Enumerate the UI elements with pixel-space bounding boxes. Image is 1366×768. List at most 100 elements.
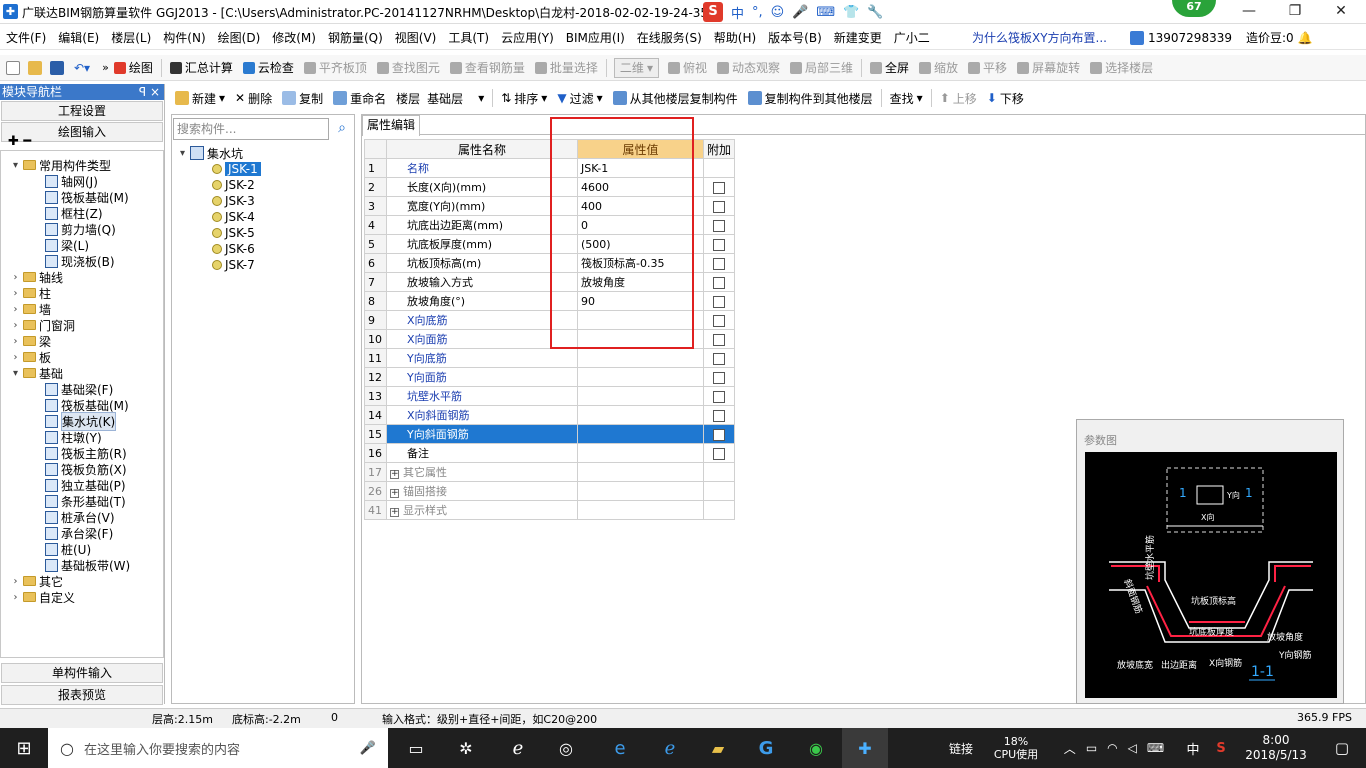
expander-icon[interactable]: › — [11, 288, 20, 299]
ime-lang[interactable]: 中 — [731, 3, 744, 22]
new-file-icon[interactable] — [6, 60, 20, 75]
add-checkbox[interactable] — [713, 219, 725, 232]
toolbar-button-14[interactable]: 屏幕旋转 — [1012, 56, 1085, 80]
ie-blue-icon[interactable]: ℯ — [650, 728, 690, 768]
report-preview-button[interactable]: 报表预览 — [1, 685, 163, 705]
sump-item[interactable]: JSK-1 — [212, 161, 261, 177]
tree-group2-1[interactable]: › 自定义 — [11, 589, 76, 605]
menu-item-3[interactable]: 构件(N) — [157, 26, 211, 50]
toolbar-button-5[interactable]: 查看钢筋量 — [445, 56, 530, 80]
copy-button[interactable]: 复制 — [277, 86, 328, 110]
rename-button[interactable]: 重命名 — [328, 86, 391, 110]
question-link[interactable]: 为什么筏板XY方向布置... — [966, 26, 1113, 50]
search-input[interactable]: 搜索构件... — [173, 118, 329, 140]
menu-item-10[interactable]: BIM应用(I) — [560, 26, 631, 50]
ggj-app-icon[interactable]: ✚ — [842, 728, 888, 768]
delete-button[interactable]: ✕ 删除 — [230, 86, 277, 110]
expander-icon[interactable]: › — [11, 272, 20, 283]
tree-foundation-item-8[interactable]: 桩承台(V) — [45, 509, 115, 525]
property-row[interactable]: 11 Y向底筋 — [364, 348, 736, 368]
add-checkbox[interactable] — [713, 314, 725, 327]
task-view-icon[interactable]: ▭ — [396, 728, 436, 768]
single-component-button[interactable]: 单构件输入 — [1, 663, 163, 683]
tree-foundation-item-2[interactable]: 集水坑(K) — [45, 411, 117, 431]
tray-lang[interactable]: 中 — [1180, 728, 1206, 768]
expander-icon[interactable]: › — [11, 592, 20, 603]
notification-icon[interactable]: ▢ — [1322, 728, 1362, 768]
add-checkbox[interactable] — [713, 390, 725, 403]
add-checkbox[interactable] — [713, 200, 725, 213]
ie-icon[interactable]: ℯ — [498, 728, 538, 768]
expander-icon[interactable]: ▾ — [11, 160, 20, 171]
tree-group-2[interactable]: › 墙 — [11, 301, 52, 317]
toolbar-button-6[interactable]: 批量选择 — [530, 56, 603, 80]
property-value[interactable] — [577, 443, 704, 463]
tray-sogou-icon[interactable]: S — [1208, 728, 1234, 768]
emoji-icon[interactable]: ☺ — [771, 5, 785, 20]
menu-item-15[interactable]: 广小二 — [888, 26, 936, 50]
mic-icon[interactable]: 🎤 — [792, 5, 808, 20]
toolbar-button-4[interactable]: 查找图元 — [372, 56, 445, 80]
minimize-button[interactable]: — — [1226, 0, 1272, 24]
property-group-row[interactable]: 17 + 其它属性 — [364, 462, 736, 482]
toolbar-button-1[interactable]: 汇总计算 — [165, 56, 238, 80]
tree-foundation[interactable]: ▾ 基础 — [11, 365, 63, 381]
toolbar-button-15[interactable]: 选择楼层 — [1085, 56, 1158, 80]
pin-close-icons[interactable]: ꟼ × — [139, 84, 160, 100]
save-icon[interactable] — [50, 60, 64, 75]
add-checkbox[interactable] — [713, 295, 725, 308]
menu-item-11[interactable]: 在线服务(S) — [631, 26, 708, 50]
close-button[interactable]: ✕ — [1318, 0, 1364, 24]
keyboard-icon[interactable]: ⌨ — [816, 5, 835, 20]
toolbar-button-8[interactable]: 俯视 — [663, 56, 712, 80]
expander-icon[interactable]: › — [11, 336, 20, 347]
toolbar-button-11[interactable]: 全屏 — [865, 56, 914, 80]
shirt-icon[interactable]: 👕 — [843, 5, 859, 20]
tree-foundation-item-10[interactable]: 桩(U) — [45, 541, 91, 557]
tray-icons[interactable]: ︿ ▭ ◠ ◁ ⌨ — [1054, 728, 1174, 768]
property-row[interactable]: 12 Y向面筋 — [364, 367, 736, 387]
property-value[interactable] — [577, 386, 704, 406]
tray-link[interactable]: 链接 — [944, 728, 978, 768]
expand-collapse-icons[interactable]: ✚ ━ — [8, 134, 31, 149]
property-row[interactable]: 14 X向斜面钢筋 — [364, 405, 736, 425]
expand-plus-icon[interactable]: + — [390, 508, 399, 517]
menu-item-13[interactable]: 版本号(B) — [762, 26, 828, 50]
menu-item-5[interactable]: 修改(M) — [266, 26, 322, 50]
tree-foundation-item-6[interactable]: 独立基础(P) — [45, 477, 126, 493]
tree-foundation-item-11[interactable]: 基础板带(W) — [45, 557, 130, 573]
explorer-icon[interactable]: ▰ — [698, 728, 738, 768]
toolbar-button-12[interactable]: 缩放 — [914, 56, 963, 80]
tree-common-types[interactable]: ▾ 常用构件类型 — [11, 157, 111, 173]
expand-plus-icon[interactable]: + — [390, 489, 399, 498]
tree-foundation-item-7[interactable]: 条形基础(T) — [45, 493, 126, 509]
property-value[interactable] — [577, 367, 704, 387]
ime-punct[interactable]: °, — [752, 5, 763, 20]
tree-common-item-2[interactable]: 框柱(Z) — [45, 205, 103, 221]
search-icon[interactable]: ⌕ — [331, 118, 353, 140]
move-down-button[interactable]: ⬇ 下移 — [982, 86, 1029, 110]
add-checkbox[interactable] — [713, 257, 725, 270]
menu-item-4[interactable]: 绘图(D) — [212, 26, 267, 50]
filter-button[interactable]: ▼ 过滤 ▾ — [552, 86, 607, 110]
open-folder-icon[interactable] — [28, 60, 42, 75]
tree-common-item-4[interactable]: 梁(L) — [45, 237, 89, 253]
toolbar-button-9[interactable]: 动态观察 — [712, 56, 785, 80]
menu-item-7[interactable]: 视图(V) — [389, 26, 443, 50]
tree-group-1[interactable]: › 柱 — [11, 285, 52, 301]
property-row[interactable]: 13 坑壁水平筋 — [364, 386, 736, 406]
tray-battery-icon[interactable]: ▭ — [1086, 741, 1097, 755]
tray-volume-icon[interactable]: ◁ — [1128, 741, 1137, 755]
add-checkbox[interactable] — [713, 447, 725, 460]
toolbar-button-10[interactable]: 局部三维 — [785, 56, 858, 80]
menu-item-8[interactable]: 工具(T) — [442, 26, 495, 50]
toolbar-overflow-icon[interactable]: » — [102, 61, 109, 74]
sort-button[interactable]: ⇅ 排序 ▾ — [496, 86, 552, 110]
phone-number[interactable]: 13907298339 — [1148, 31, 1232, 45]
tree-common-item-5[interactable]: 现浇板(B) — [45, 253, 115, 269]
add-checkbox[interactable] — [713, 238, 725, 251]
tree-foundation-item-4[interactable]: 筏板主筋(R) — [45, 445, 127, 461]
sogou-icon[interactable]: S — [703, 2, 723, 22]
tree-root-sump[interactable]: ▾ 集水坑 — [178, 145, 243, 161]
property-group-row[interactable]: 26 + 锚固搭接 — [364, 481, 736, 501]
